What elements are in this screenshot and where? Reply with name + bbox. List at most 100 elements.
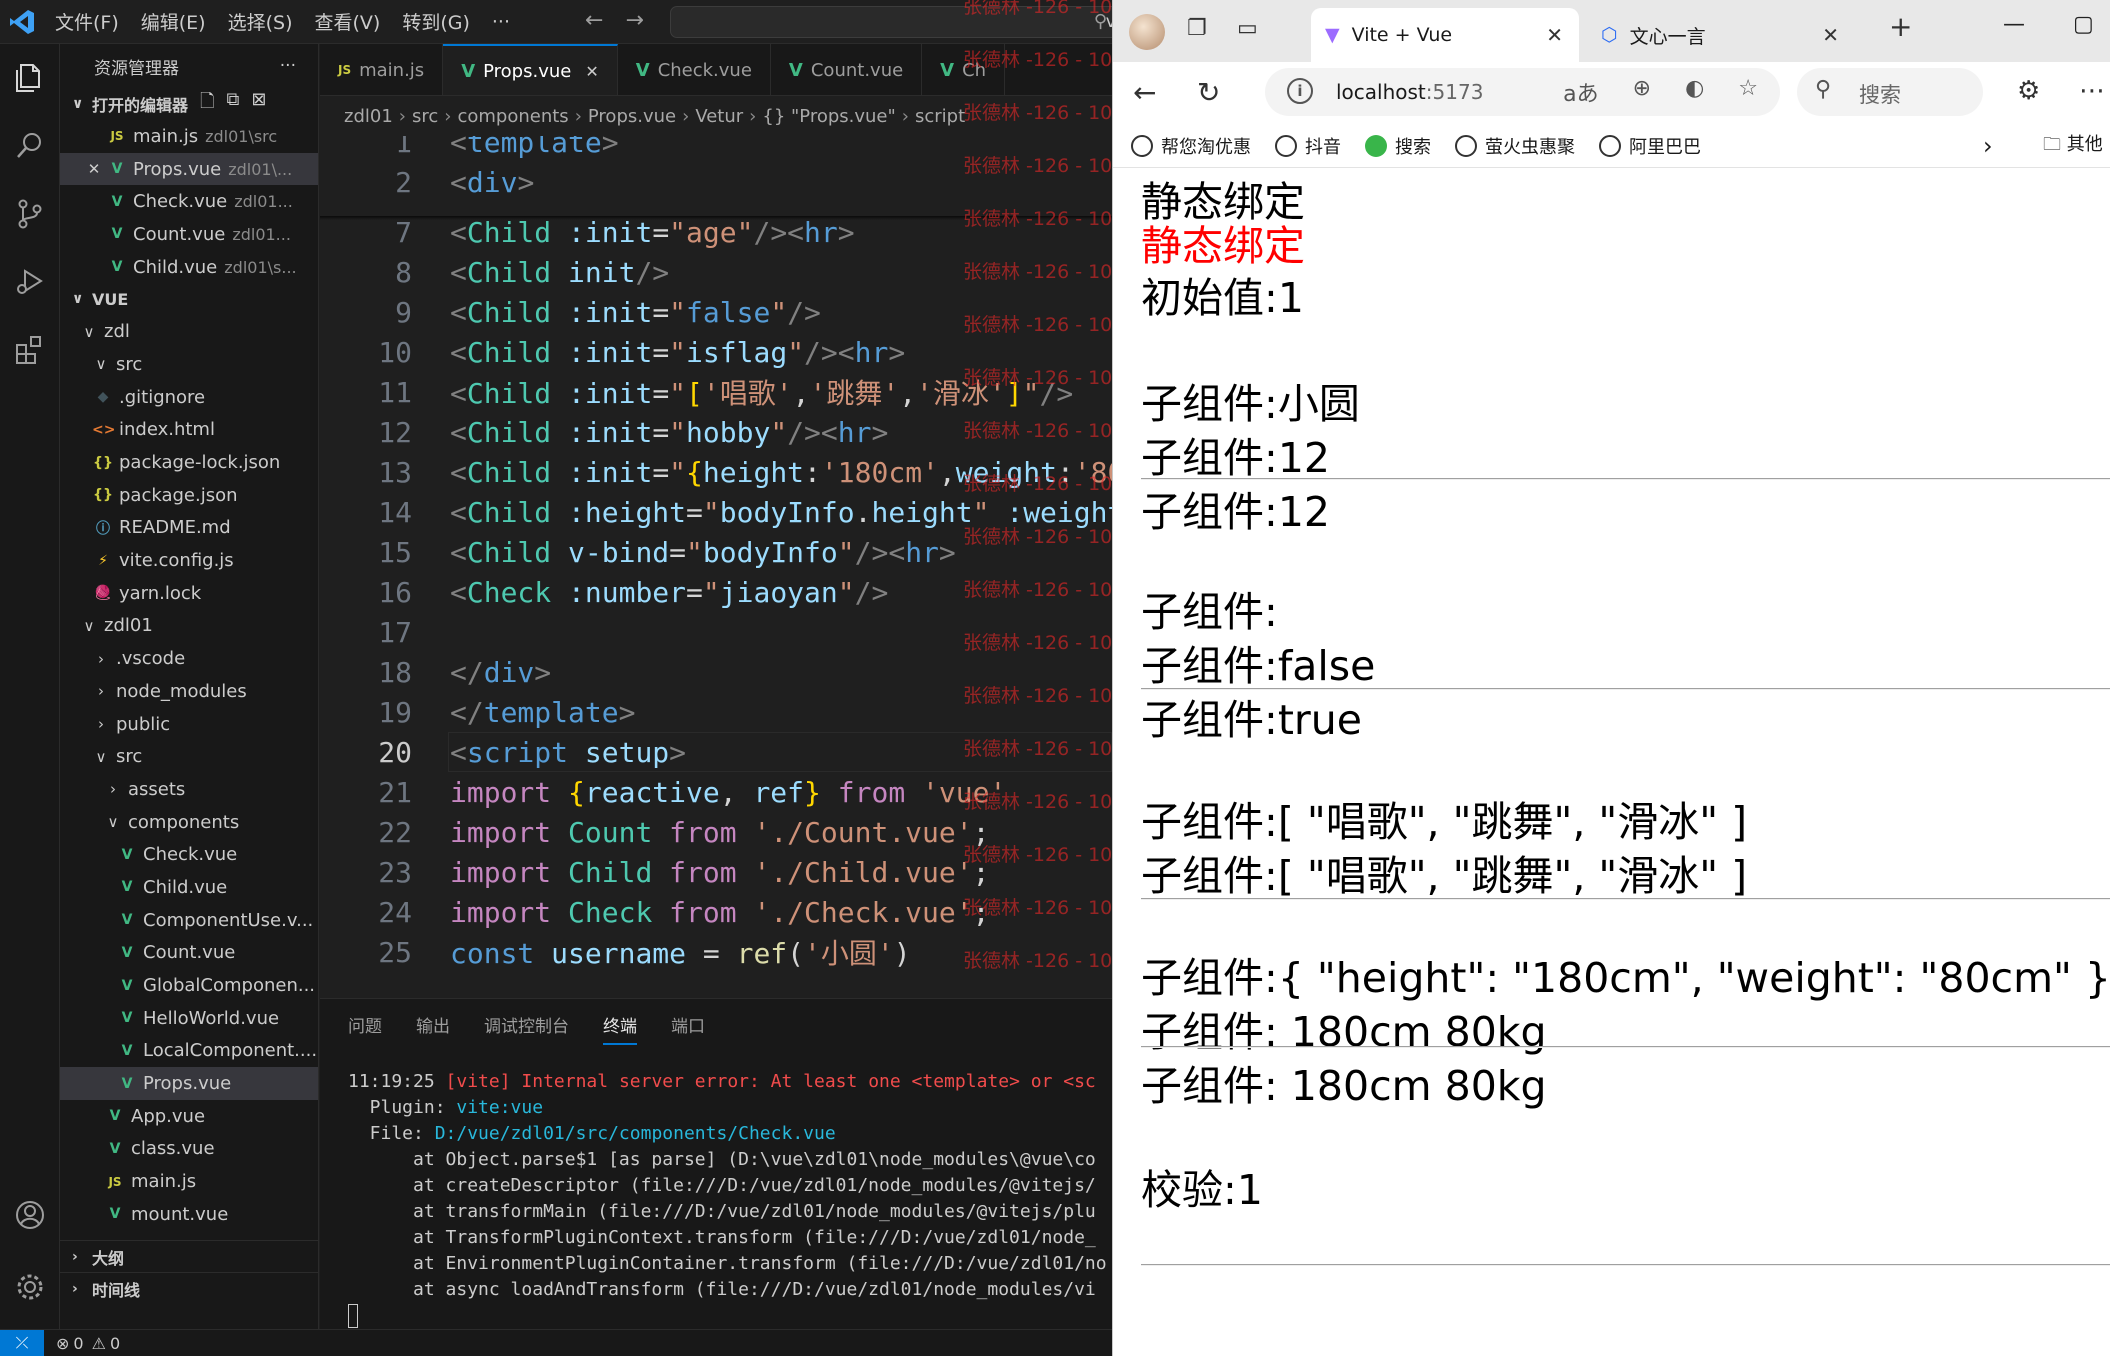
menu-more[interactable]: ··· [481,11,521,33]
terminal-output[interactable]: 11:19:25 [vite] Internal server error: A… [348,1069,1107,1329]
breadcrumb-item[interactable]: components [457,106,568,127]
outline-section[interactable]: › 大纲 [60,1240,318,1272]
file-item[interactable]: V GlobalComponen... [60,969,318,1002]
menu-edit[interactable]: 编辑(E) [130,8,217,35]
menu-file[interactable]: 文件(F) [44,8,130,35]
file-item[interactable]: V ComponentUse.v... [60,904,318,937]
folder-item[interactable]: › .vscode [60,642,318,675]
breadcrumb-item[interactable]: src [412,106,438,127]
tab-vite-vue[interactable]: ▼ Vite + Vue ✕ [1311,8,1579,62]
read-aloud-icon[interactable]: aあ [1563,76,1598,108]
file-item[interactable]: V Props.vue [60,1067,318,1100]
bookmark-item[interactable]: 萤火虫惠聚 [1455,133,1575,159]
breadcrumb-item[interactable]: zdl01 [344,106,393,127]
open-editor-item[interactable]: ✕ V Props.vue zdl01\... [60,152,318,186]
editor-tab[interactable]: V Ch [922,44,1006,95]
bookmark-item[interactable]: 帮您淘优惠 [1131,133,1251,159]
site-info-icon[interactable]: i [1287,78,1313,104]
maximize-icon[interactable]: ▢ [2073,12,2094,37]
open-editor-item[interactable]: V Child.vue zdl01\s... [60,251,318,284]
timeline-section[interactable]: › 时间线 [60,1272,318,1304]
tab-actions-icon[interactable]: ▭ [1237,16,1258,41]
explorer-more-button[interactable]: ··· [280,56,296,76]
menu-view[interactable]: 查看(V) [304,8,392,35]
code-editor[interactable]: 1 <template> 2 <div> 7 <Child :init="age"/><h… [320,136,1112,998]
open-editor-item[interactable]: JS main.js zdl01\src [60,120,318,153]
more-menu-icon[interactable]: ⋯ [2079,76,2105,106]
folder-item[interactable]: ∨ src [60,348,318,381]
breadcrumb-item[interactable]: {} "Props.vue" [762,106,895,127]
panel-tab[interactable]: 输出 [416,1012,450,1037]
address-bar[interactable]: i localhost:5173 aあ ⊕ ◐ ☆ [1265,68,1780,116]
file-item[interactable]: ⓘ README.md [60,512,318,545]
breadcrumb-item[interactable]: Vetur [695,106,743,127]
tab-wenxin[interactable]: ⬡ 文心一言 ✕ [1587,8,1855,62]
favorite-star-icon[interactable]: ☆ [1738,76,1758,108]
close-tab-icon[interactable]: ✕ [1822,23,1839,47]
open-editors-section[interactable]: ∨ 打开的编辑器 🗋 ⧉ ⊠ [60,88,318,120]
breadcrumb-item[interactable]: Props.vue [588,106,676,127]
folder-item[interactable]: ∨ zdl01 [60,610,318,643]
editor-tab[interactable]: JS main.js [320,44,444,95]
warning-count[interactable]: 0 [110,1334,120,1353]
extensions-icon[interactable] [0,322,60,378]
account-icon[interactable] [0,1187,60,1243]
settings-gear-icon[interactable] [0,1259,60,1315]
new-file-icon[interactable]: 🗋 [200,89,214,119]
menu-selection[interactable]: 选择(S) [217,8,304,35]
profile-avatar[interactable] [1129,14,1165,50]
open-editor-item[interactable]: V Count.vue zdl01... [60,218,318,251]
file-item[interactable]: ◆ .gitignore [60,381,318,414]
file-item[interactable]: V Check.vue [60,838,318,871]
file-item[interactable]: V Child.vue [60,871,318,904]
file-item[interactable]: 🧶 yarn.lock [60,577,318,610]
panel-tab[interactable]: 端口 [671,1012,705,1037]
bookmarks-overflow-icon[interactable]: › [1983,132,1993,160]
file-item[interactable]: {} package.json [60,479,318,512]
panel-tab[interactable]: 问题 [348,1012,382,1037]
back-arrow-icon[interactable]: ← [585,8,603,33]
file-item[interactable]: V LocalComponent.... [60,1035,318,1068]
breadcrumb-item[interactable]: script [915,106,965,127]
explorer-icon[interactable] [0,50,60,106]
edge-icon[interactable]: ◐ [1685,76,1704,108]
folder-item[interactable]: ∨ src [60,740,318,773]
panel-tab[interactable]: 调试控制台 [484,1012,569,1037]
command-center[interactable]: ⚲ vue [670,6,1137,38]
file-item[interactable]: Vmount.vue [60,1198,318,1231]
file-item[interactable]: {} package-lock.json [60,446,318,479]
folder-item[interactable]: ∨ zdl [60,315,318,348]
back-icon[interactable]: ← [1133,76,1156,109]
folder-item[interactable]: › public [60,708,318,741]
new-tab-button[interactable]: + [1889,10,1912,43]
menu-go[interactable]: 转到(G) [391,8,481,35]
editor-tab[interactable]: V Count.vue [771,44,923,95]
file-item[interactable]: V HelloWorld.vue [60,1002,318,1035]
editor-tab[interactable]: V Props.vue ✕ [443,44,618,95]
bookmark-item[interactable]: 抖音 [1275,133,1341,159]
file-item[interactable]: <> index.html [60,414,318,447]
close-all-icon[interactable]: ⊠ [251,89,266,119]
browser-search-box[interactable]: ⚲ 搜索 [1797,68,1983,116]
source-control-icon[interactable] [0,186,60,242]
file-item[interactable]: Vclass.vue [60,1133,318,1166]
forward-arrow-icon[interactable]: → [625,8,643,33]
bookmark-item[interactable]: 搜索 [1365,133,1431,159]
editor-tab[interactable]: V Check.vue [618,44,771,95]
save-all-icon[interactable]: ⧉ [227,89,240,119]
run-debug-icon[interactable] [0,254,60,310]
file-item[interactable]: V Count.vue [60,937,318,970]
file-item[interactable]: V App.vue [60,1100,318,1133]
zoom-icon[interactable]: ⊕ [1633,76,1651,108]
minimize-icon[interactable]: — [2003,12,2025,37]
folder-item[interactable]: › assets [60,773,318,806]
other-bookmarks[interactable]: 🗀 其他 [2043,130,2103,162]
open-editor-item[interactable]: V Check.vue zdl01... [60,185,318,218]
collections-icon[interactable]: ❐ [1187,16,1207,41]
remote-indicator[interactable]: ⤫ [0,1329,44,1356]
close-icon[interactable]: ✕ [82,160,106,178]
folder-item[interactable]: ∨ components [60,806,318,839]
error-count[interactable]: 0 [73,1334,83,1353]
search-icon[interactable] [0,118,60,174]
close-icon[interactable]: ✕ [585,62,598,81]
